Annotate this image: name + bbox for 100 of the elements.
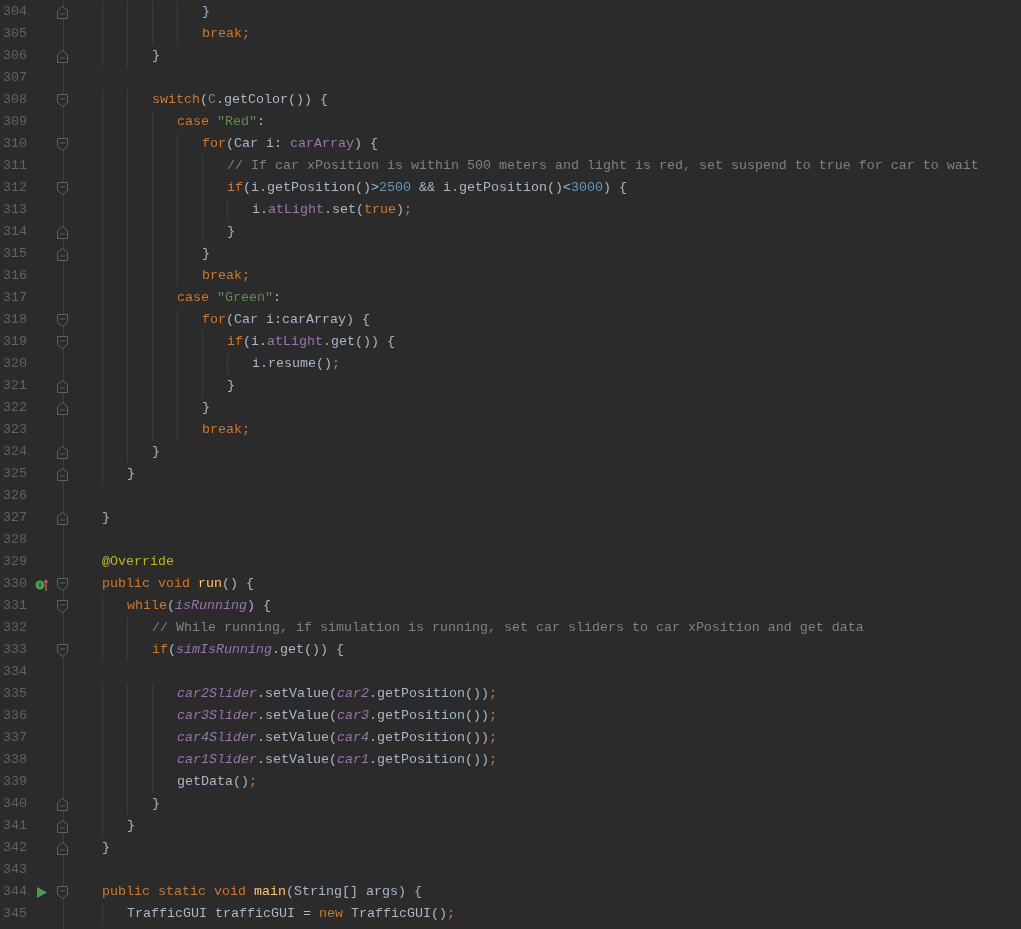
code-line: } <box>152 443 160 461</box>
line-number: 318 <box>2 311 27 329</box>
code-line: } <box>227 377 235 395</box>
code-line: break; <box>202 421 250 439</box>
implements-method-icon[interactable] <box>35 577 49 591</box>
fold-end-icon[interactable] <box>57 819 68 833</box>
code-line: car4Slider.setValue(car4.getPosition()); <box>177 729 497 747</box>
line-number: 305 <box>2 25 27 43</box>
code-line: } <box>102 839 110 857</box>
line-number: 329 <box>2 553 27 571</box>
line-number: 310 <box>2 135 27 153</box>
line-number: 314 <box>2 223 27 241</box>
fold-collapse-icon[interactable] <box>57 137 68 151</box>
code-line: } <box>202 399 210 417</box>
code-line: // While running, if simulation is running, set car sliders to car xPosition and get data <box>152 619 864 637</box>
line-number: 322 <box>2 399 27 417</box>
line-number: 339 <box>2 773 27 791</box>
line-number: 307 <box>2 69 27 87</box>
fold-collapse-icon[interactable] <box>57 335 68 349</box>
code-line: getData(); <box>177 773 257 791</box>
line-number: 334 <box>2 663 27 681</box>
fold-end-icon[interactable] <box>57 5 68 19</box>
line-number: 325 <box>2 465 27 483</box>
code-line: i.atLight.set(true); <box>252 201 412 219</box>
fold-collapse-icon[interactable] <box>57 885 68 899</box>
line-number: 333 <box>2 641 27 659</box>
code-line: car2Slider.setValue(car2.getPosition()); <box>177 685 497 703</box>
line-number: 343 <box>2 861 27 879</box>
fold-end-icon[interactable] <box>57 797 68 811</box>
code-line: switch(C.getColor()) { <box>152 91 328 109</box>
line-number: 336 <box>2 707 27 725</box>
line-number: 323 <box>2 421 27 439</box>
line-number: 332 <box>2 619 27 637</box>
line-number: 304 <box>2 3 27 21</box>
code-line: break; <box>202 267 250 285</box>
code-line: } <box>127 465 135 483</box>
line-number: 335 <box>2 685 27 703</box>
line-number: 344 <box>2 883 27 901</box>
code-line: public static void main(String[] args) { <box>102 883 422 901</box>
line-number: 306 <box>2 47 27 65</box>
line-number: 342 <box>2 839 27 857</box>
code-line: if(i.atLight.get()) { <box>227 333 395 351</box>
line-number: 328 <box>2 531 27 549</box>
fold-collapse-icon[interactable] <box>57 577 68 591</box>
fold-collapse-icon[interactable] <box>57 93 68 107</box>
code-line: TrafficGUI trafficGUI = new TrafficGUI(); <box>127 905 455 923</box>
line-number: 320 <box>2 355 27 373</box>
fold-end-icon[interactable] <box>57 467 68 481</box>
code-line: if(i.getPosition()>2500 && i.getPosition()<3000) { <box>227 179 627 197</box>
code-line: case "Red": <box>177 113 265 131</box>
line-number: 330 <box>2 575 27 593</box>
fold-end-icon[interactable] <box>57 511 68 525</box>
line-number: 315 <box>2 245 27 263</box>
line-number: 331 <box>2 597 27 615</box>
code-line: case "Green": <box>177 289 281 307</box>
line-number: 311 <box>2 157 27 175</box>
line-number: 309 <box>2 113 27 131</box>
code-line: } <box>202 3 210 21</box>
code-line: // If car xPosition is within 500 meters and light is red, set suspend to true for car to wait <box>227 157 979 175</box>
code-line: } <box>152 795 160 813</box>
fold-end-icon[interactable] <box>57 841 68 855</box>
line-number: 337 <box>2 729 27 747</box>
fold-end-icon[interactable] <box>57 401 68 415</box>
line-number: 317 <box>2 289 27 307</box>
fold-end-icon[interactable] <box>57 247 68 261</box>
fold-collapse-icon[interactable] <box>57 599 68 613</box>
code-line: public void run() { <box>102 575 254 593</box>
run-icon[interactable] <box>37 886 47 898</box>
line-number: 338 <box>2 751 27 769</box>
line-number: 321 <box>2 377 27 395</box>
fold-end-icon[interactable] <box>57 445 68 459</box>
code-line: if(simIsRunning.get()) { <box>152 641 344 659</box>
code-line: @Override <box>102 553 174 571</box>
code-line: car3Slider.setValue(car3.getPosition()); <box>177 707 497 725</box>
code-line: i.resume(); <box>252 355 340 373</box>
code-line: for(Car i:carArray) { <box>202 311 370 329</box>
line-number: 326 <box>2 487 27 505</box>
code-line: } <box>127 817 135 835</box>
line-number: 312 <box>2 179 27 197</box>
code-line: } <box>202 245 210 263</box>
line-number: 324 <box>2 443 27 461</box>
code-line: for(Car i: carArray) { <box>202 135 378 153</box>
code-line: while(isRunning) { <box>127 597 271 615</box>
fold-end-icon[interactable] <box>57 225 68 239</box>
fold-end-icon[interactable] <box>57 49 68 63</box>
fold-collapse-icon[interactable] <box>57 313 68 327</box>
line-number: 319 <box>2 333 27 351</box>
code-line: car1Slider.setValue(car1.getPosition()); <box>177 751 497 769</box>
line-number: 345 <box>2 905 27 923</box>
line-number: 313 <box>2 201 27 219</box>
fold-collapse-icon[interactable] <box>57 181 68 195</box>
fold-collapse-icon[interactable] <box>57 643 68 657</box>
code-line: } <box>152 47 160 65</box>
line-number: 340 <box>2 795 27 813</box>
line-number: 327 <box>2 509 27 527</box>
line-number: 316 <box>2 267 27 285</box>
line-number: 308 <box>2 91 27 109</box>
code-line: } <box>227 223 235 241</box>
line-number: 341 <box>2 817 27 835</box>
fold-end-icon[interactable] <box>57 379 68 393</box>
